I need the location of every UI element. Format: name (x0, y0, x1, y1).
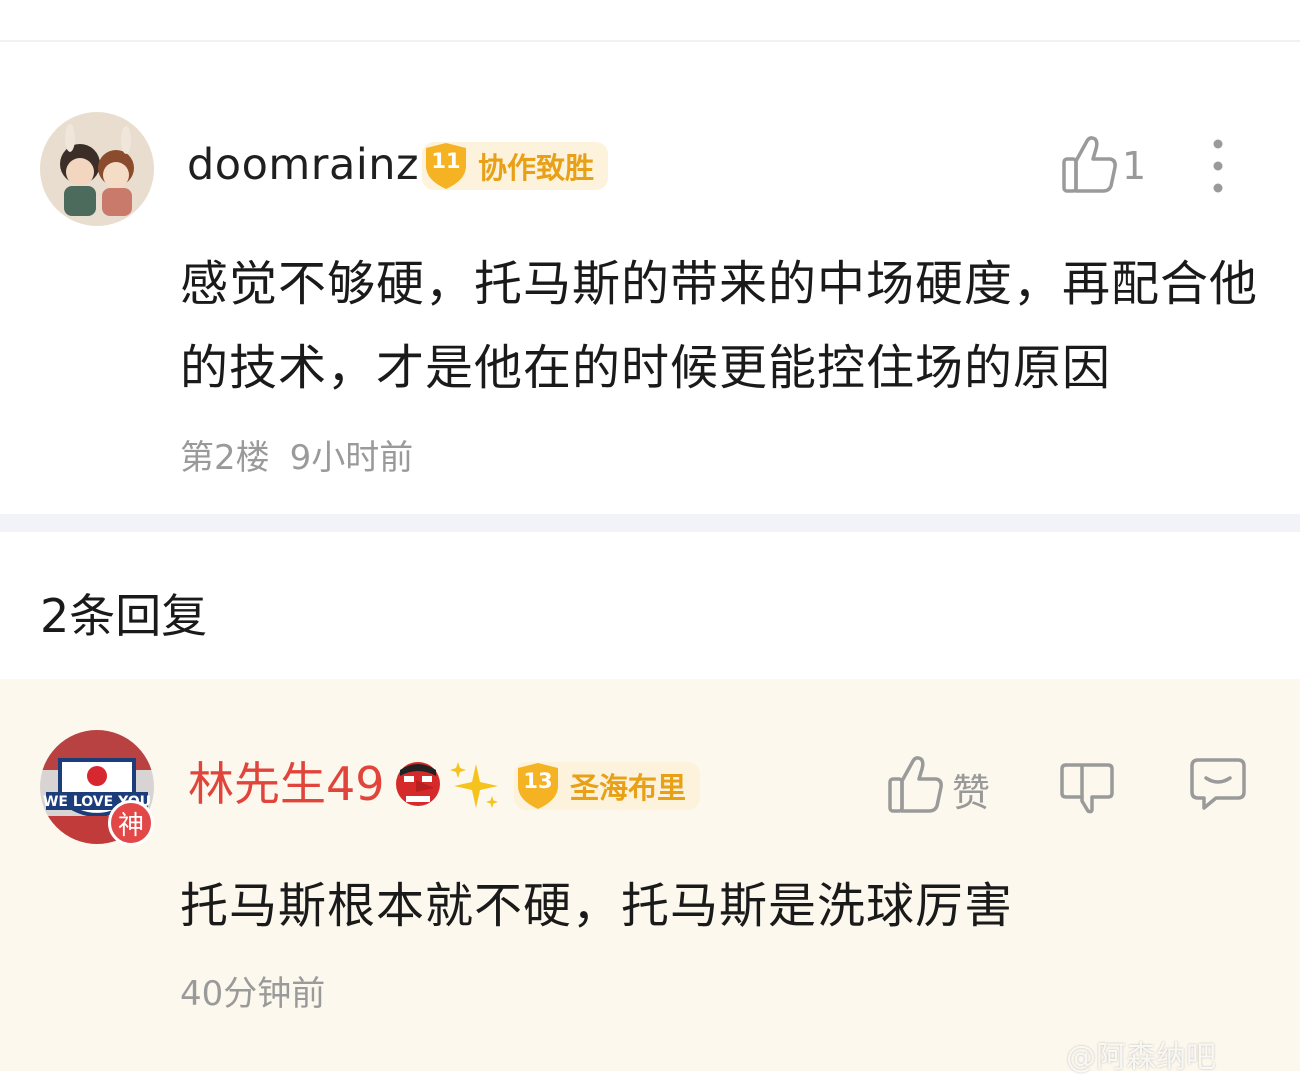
more-options-icon[interactable] (1202, 136, 1234, 196)
level-title: 协作致胜 (478, 151, 595, 185)
thumbs-up-icon[interactable] (1060, 133, 1120, 197)
reply-time: 40分钟前 (180, 974, 326, 1014)
level-badge: 11 协作致胜 (420, 140, 609, 192)
reply-chat-icon[interactable] (1188, 754, 1248, 814)
comment-content: 感觉不够硬，托马斯的带来的中场硬度，再配合他的技术，才是他在的时候更能控住场的原… (180, 256, 1259, 396)
like-label[interactable]: 赞 (952, 762, 990, 817)
level-number: 13 (523, 769, 553, 793)
level-shield-icon: 11 (420, 140, 472, 192)
reply-content: 托马斯根本就不硬，托马斯是洗球厉害 (180, 878, 1014, 934)
comment-username[interactable]: doomrainz (187, 137, 419, 193)
section-divider (0, 514, 1300, 532)
reply-like-button[interactable] (886, 753, 946, 817)
level-title: 圣海布里 (570, 771, 687, 805)
god-badge: 神 (108, 800, 154, 846)
replies-header: 2条回复 (40, 589, 208, 643)
top-divider (0, 40, 1300, 42)
level-number: 11 (431, 149, 461, 173)
user-avatar[interactable] (40, 112, 154, 226)
level-shield-icon: 13 (512, 760, 564, 812)
sparkles-icon (446, 756, 502, 812)
reply-level-badge: 13 圣海布里 (512, 760, 701, 812)
watermark: @阿森纳吧 (1066, 1040, 1216, 1075)
thumbs-down-icon[interactable] (1058, 757, 1118, 817)
comment-time: 9小时前 (289, 438, 414, 478)
comment-meta: 第2楼 9小时前 (180, 430, 413, 479)
reply-username[interactable]: 林先生49 (188, 756, 385, 812)
like-count: 1 (1122, 144, 1147, 188)
floor-number: 第2楼 (180, 438, 270, 478)
tengu-mask-icon (390, 754, 446, 810)
